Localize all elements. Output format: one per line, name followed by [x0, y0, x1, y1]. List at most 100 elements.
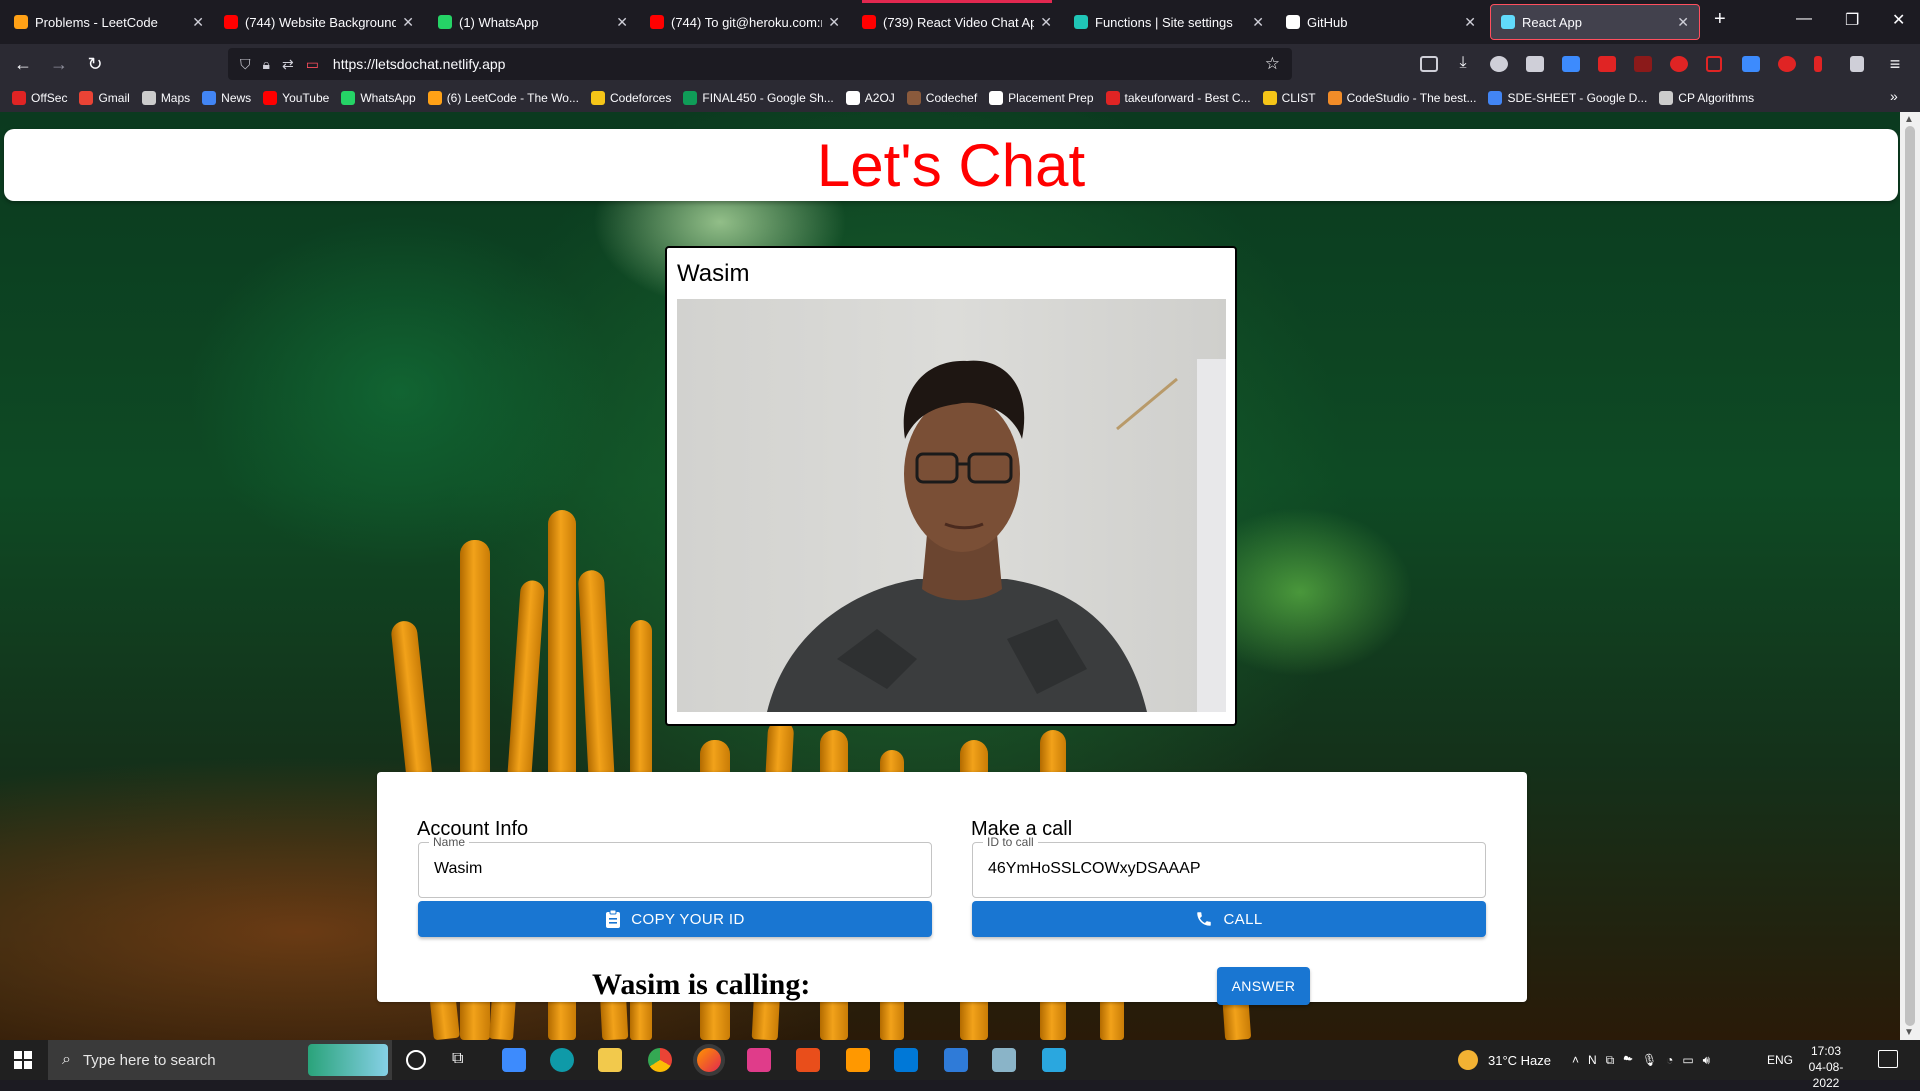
- bookmark-star-icon[interactable]: ☆: [1265, 54, 1280, 74]
- scroll-down-icon[interactable]: ▼: [1904, 1027, 1914, 1038]
- lock-icon[interactable]: 🔒︎: [263, 56, 270, 73]
- pocket-icon[interactable]: [1420, 56, 1438, 72]
- bookmark-item[interactable]: Codeforces: [590, 91, 671, 105]
- call-button[interactable]: CALL: [972, 901, 1486, 937]
- bookmark-item[interactable]: OffSec: [12, 91, 67, 105]
- page-scrollbar[interactable]: ▲ ▼: [1900, 112, 1920, 1040]
- permissions-icon[interactable]: ⇄: [282, 56, 294, 73]
- bookmark-item[interactable]: CP Algorithms: [1659, 91, 1754, 105]
- tab-close-icon[interactable]: ✕: [616, 14, 628, 31]
- weather-text: 31°C Haze: [1488, 1052, 1552, 1068]
- file-explorer-app-icon[interactable]: [598, 1048, 622, 1072]
- extension-shield-icon[interactable]: [1670, 56, 1688, 72]
- url-bar[interactable]: ⛉ 🔒︎ ⇄ ▭ https://letsdochat.netlify.app …: [228, 48, 1292, 80]
- extension-box-icon[interactable]: [1706, 56, 1722, 72]
- vscode-app-icon[interactable]: [894, 1048, 918, 1072]
- extension-pen-icon[interactable]: [1814, 56, 1822, 72]
- bookmark-item[interactable]: takeuforward - Best C...: [1105, 91, 1251, 105]
- copy-id-button[interactable]: COPY YOUR ID: [418, 901, 932, 937]
- app-title: Let's Chat: [816, 131, 1086, 199]
- browser-tab[interactable]: Functions | Site settings ✕: [1064, 4, 1274, 40]
- extension-red-icon[interactable]: [1598, 56, 1616, 72]
- browser-tab[interactable]: (744) Website Background Im ✕: [214, 4, 424, 40]
- notifications-icon[interactable]: [1878, 1050, 1898, 1068]
- system-tray-icons[interactable]: ˄N⧉☁🎙︎◔▭🔊︎: [1572, 1040, 1719, 1080]
- copy-id-label: COPY YOUR ID: [631, 910, 745, 928]
- bookmark-item[interactable]: FINAL450 - Google Sh...: [683, 91, 834, 105]
- id-to-call-field[interactable]: ID to call: [972, 835, 1486, 898]
- browser-tab[interactable]: Problems - LeetCode ✕: [4, 4, 214, 40]
- tab-close-icon[interactable]: ✕: [1040, 14, 1052, 31]
- browser-tab[interactable]: GitHub ✕: [1276, 4, 1486, 40]
- tab-close-icon[interactable]: ✕: [402, 14, 414, 31]
- bookmark-item[interactable]: Codechef: [906, 91, 977, 105]
- firefox-app-icon[interactable]: [697, 1048, 721, 1072]
- windows-start-icon[interactable]: [14, 1051, 32, 1069]
- name-input[interactable]: [432, 859, 916, 879]
- chrome-app-icon[interactable]: [648, 1048, 672, 1072]
- local-video: [677, 299, 1226, 712]
- name-field[interactable]: Name: [418, 835, 932, 898]
- bookmark-item[interactable]: CodeStudio - The best...: [1327, 91, 1476, 105]
- desktop-app-icon[interactable]: [1042, 1048, 1066, 1072]
- bookmark-item[interactable]: CLIST: [1262, 91, 1316, 105]
- bookmark-item[interactable]: Maps: [141, 91, 190, 105]
- bookmark-item[interactable]: YouTube: [263, 91, 329, 105]
- weather-widget[interactable]: 31°C Haze: [1458, 1040, 1551, 1080]
- tab-close-icon[interactable]: ✕: [1677, 14, 1689, 31]
- scrollbar-thumb[interactable]: [1905, 126, 1915, 1026]
- extension-puzzle-icon[interactable]: [1634, 56, 1652, 72]
- restore-window-button[interactable]: ❐: [1845, 10, 1859, 30]
- answer-button[interactable]: ANSWER: [1217, 967, 1310, 1005]
- menu-icon[interactable]: ≡: [1884, 54, 1906, 75]
- bookmark-item[interactable]: SDE-SHEET - Google D...: [1488, 91, 1647, 105]
- edge-app-icon[interactable]: [550, 1048, 574, 1072]
- mail-app-icon[interactable]: [944, 1048, 968, 1072]
- bookmark-favicon-icon: [1327, 91, 1342, 105]
- forward-button[interactable]: →: [48, 54, 70, 75]
- browser-tab[interactable]: React App ✕: [1490, 4, 1700, 40]
- tab-close-icon[interactable]: ✕: [1252, 14, 1264, 31]
- extension-flag-icon[interactable]: [1742, 56, 1760, 72]
- bookmark-item[interactable]: (6) LeetCode - The Wo...: [427, 91, 579, 105]
- notepad-app-icon[interactable]: [992, 1048, 1016, 1072]
- shield-icon[interactable]: ⛉: [240, 56, 251, 73]
- back-button[interactable]: ←: [12, 54, 34, 75]
- sublime-app-icon[interactable]: [846, 1048, 870, 1072]
- bookmark-item[interactable]: WhatsApp: [341, 91, 416, 105]
- clock[interactable]: 17:03 04-08-2022: [1798, 1043, 1854, 1091]
- task-view-icon[interactable]: ⧉: [452, 1050, 463, 1068]
- office-app-icon[interactable]: [796, 1048, 820, 1072]
- bookmark-item[interactable]: A2OJ: [845, 91, 895, 105]
- bookmark-item[interactable]: Gmail: [79, 91, 130, 105]
- browser-tab[interactable]: (1) WhatsApp ✕: [428, 4, 638, 40]
- close-window-button[interactable]: ✕: [1892, 10, 1905, 30]
- minimize-window-button[interactable]: —: [1796, 10, 1812, 28]
- extension-cloud-icon[interactable]: [1526, 56, 1544, 72]
- browser-tab[interactable]: (739) React Video Chat App | ✕: [852, 0, 1062, 40]
- bookmark-label: News: [221, 91, 252, 105]
- scroll-up-icon[interactable]: ▲: [1904, 114, 1914, 125]
- camera-sharing-icon[interactable]: ▭: [306, 56, 319, 73]
- browser-tab[interactable]: (744) To git@heroku.com:mo ✕: [640, 4, 850, 40]
- reload-button[interactable]: ↻: [84, 54, 106, 75]
- url-text[interactable]: https://letsdochat.netlify.app: [333, 56, 506, 72]
- downloads-icon[interactable]: ⤓: [1452, 54, 1474, 72]
- new-tab-button[interactable]: +: [1714, 8, 1726, 31]
- extension-m-icon[interactable]: [1490, 56, 1508, 72]
- taskbar-search[interactable]: ⌕ Type here to search: [48, 1040, 392, 1080]
- bookmark-item[interactable]: Placement Prep: [989, 91, 1094, 105]
- extension-badge-icon[interactable]: [1562, 56, 1580, 72]
- cortana-icon[interactable]: [406, 1050, 426, 1070]
- extension-sidebar-icon[interactable]: [1850, 56, 1864, 72]
- canva-app-icon[interactable]: [747, 1048, 771, 1072]
- tab-close-icon[interactable]: ✕: [192, 14, 204, 31]
- id-to-call-input[interactable]: [986, 859, 1470, 879]
- tab-close-icon[interactable]: ✕: [1464, 14, 1476, 31]
- tab-close-icon[interactable]: ✕: [828, 14, 840, 31]
- bookmark-item[interactable]: News: [202, 91, 251, 105]
- bookmarks-overflow-icon[interactable]: »: [1890, 88, 1898, 104]
- extension-heart-icon[interactable]: [1778, 56, 1796, 72]
- language-indicator[interactable]: ENG: [1767, 1040, 1793, 1080]
- store-app-icon[interactable]: [502, 1048, 526, 1072]
